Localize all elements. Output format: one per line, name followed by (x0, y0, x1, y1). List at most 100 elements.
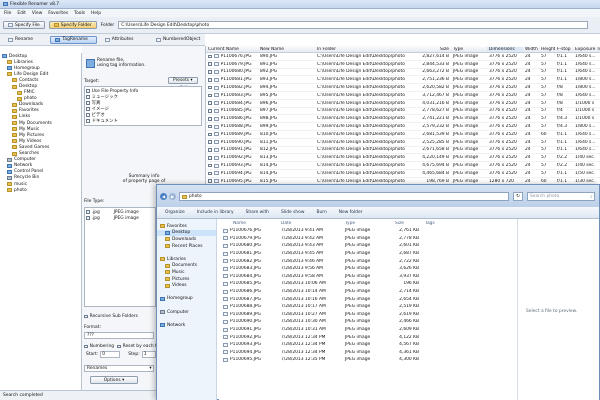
back-icon[interactable]: ◀ (160, 193, 167, 200)
nav-item[interactable]: Desktop (157, 229, 216, 237)
col-tags[interactable]: Tags (423, 221, 463, 226)
col-exposure[interactable]: Exposure Time (573, 47, 600, 52)
target-checkbox[interactable] (86, 113, 90, 117)
row-checkbox[interactable] (208, 155, 212, 160)
menu-favorites[interactable]: Favorites (48, 11, 68, 16)
list-item[interactable]: P1100689.JPG 7/28/2013 10:27 AM JPEG image… (219, 311, 517, 319)
nav-item[interactable]: Homegroup (157, 296, 216, 303)
explorer-nav-pane[interactable]: Favorites Desktop Downloads Recent Places Li… (157, 219, 217, 400)
organize-button[interactable]: Organize (165, 210, 185, 215)
col-size[interactable]: Size (393, 221, 423, 226)
file-type-checkbox[interactable] (86, 210, 90, 214)
reset-checkbox[interactable] (117, 344, 121, 349)
list-item[interactable]: P1100680.JPG 7/28/2013 9:43 AM JPEG image 2… (219, 242, 517, 250)
list-item[interactable]: P1100686.JPG 7/28/2013 10:14 AM JPEG image… (219, 288, 517, 296)
menu-tools[interactable]: Tools (74, 11, 85, 16)
breadcrumb-item[interactable]: photo (189, 194, 202, 199)
col-new-name[interactable]: New Name (258, 47, 315, 52)
table-row[interactable]: P1100694.JPG 814.JPG C:\Users\Life Design … (206, 170, 600, 178)
rename-select[interactable]: Renames ▾ (84, 365, 154, 372)
row-checkbox[interactable] (208, 70, 212, 74)
list-item[interactable]: P1100687.JPG 7/28/2013 10:16 AM JPEG image… (219, 295, 517, 303)
refresh-icon[interactable]: ↻ (513, 192, 523, 201)
file-type-list[interactable]: .jpg JPEG image .jpg JPEG image (84, 207, 156, 307)
list-item[interactable]: P1100685.JPG 7/28/2013 10:06 AM JPEG image… (219, 280, 517, 288)
col-dimensions[interactable]: Dimensions (487, 46, 523, 52)
menu-file[interactable]: File (4, 11, 11, 16)
list-item[interactable]: P1100691.JPG 7/28/2013 10:31 AM JPEG image… (219, 326, 517, 334)
target-checkbox[interactable] (86, 101, 90, 105)
col-height[interactable]: Height (539, 47, 555, 52)
table-row[interactable]: P1100693.JPG 814.JPG C:\Users\Life Design … (206, 162, 600, 170)
table-row[interactable]: P1100682.JPG 894.JPG C:\Users\Life Design … (206, 84, 600, 92)
col-current-name[interactable]: Current Name (206, 47, 258, 52)
table-row[interactable]: P1100680.JPG 892.JPG C:\Users\Life Design … (206, 69, 600, 77)
table-row[interactable]: P1100683.JPG 895.JPG C:\Users\Life Design … (206, 92, 600, 100)
col-in-folder[interactable]: In Folder (315, 47, 411, 52)
file-type-checkbox[interactable] (86, 216, 90, 220)
row-checkbox[interactable] (208, 171, 212, 176)
row-checkbox[interactable] (208, 132, 212, 137)
col-fstop[interactable]: F-stop (555, 47, 573, 52)
nav-item[interactable]: Downloads (157, 236, 216, 243)
list-item[interactable]: P1100694.JPG 7/28/2013 12:34 PM JPEG image… (219, 349, 517, 357)
tab-rename[interactable]: Rename (3, 36, 47, 44)
presets-button[interactable]: Presets ▾ (168, 77, 198, 84)
include-library-button[interactable]: Include in library (197, 210, 234, 215)
nav-item[interactable]: Videos (157, 282, 216, 289)
col-type[interactable]: Type (343, 221, 393, 226)
row-checkbox[interactable] (208, 140, 212, 144)
table-row[interactable]: P1100690.JPG 811.JPG C:\Users\Life Design … (206, 139, 600, 147)
target-checkbox[interactable] (86, 119, 90, 123)
specify-file-button[interactable]: Specify File (3, 21, 45, 29)
menu-view[interactable]: View (32, 11, 42, 16)
row-checkbox[interactable] (208, 93, 212, 98)
tree-item[interactable]: photo (0, 187, 81, 193)
row-checkbox[interactable] (208, 62, 212, 66)
nav-item[interactable]: Computer (157, 309, 216, 316)
forward-icon[interactable]: ▶ (169, 193, 176, 200)
col-width[interactable]: Width (523, 47, 539, 52)
file-type-item[interactable]: .jpg JPEG image (86, 215, 154, 221)
list-item[interactable]: P1100679.JPG 7/28/2013 9:42 AM JPEG image 2… (219, 235, 517, 243)
row-checkbox[interactable] (208, 85, 212, 90)
rename-file-list[interactable]: Current Name New Name In Folder Size Typ… (206, 46, 600, 184)
table-row[interactable]: P1100679.JPG 891.JPG C:\Users\Life Design … (206, 61, 600, 69)
new-folder-button[interactable]: New folder (339, 210, 363, 215)
list-item[interactable]: P1100692.JPG 7/28/2013 12:34 PM JPEG image… (219, 333, 517, 341)
row-checkbox[interactable] (208, 109, 212, 113)
list-item[interactable]: P1100690.JPG 7/28/2013 10:30 AM JPEG image… (219, 318, 517, 326)
row-checkbox[interactable] (208, 77, 212, 82)
row-checkbox[interactable] (208, 148, 212, 152)
row-checkbox[interactable] (208, 116, 212, 121)
numbering-checkbox[interactable] (84, 344, 88, 349)
list-item[interactable]: P1100693.JPG 7/28/2013 12:34 PM JPEG image… (219, 341, 517, 349)
row-checkbox[interactable] (208, 101, 212, 105)
options-button[interactable]: Options ▾ (90, 376, 138, 384)
col-size[interactable]: Size (411, 47, 451, 52)
table-row[interactable]: P1100689.JPG 810.JPG C:\Users\Life Design … (206, 131, 600, 139)
col-type[interactable]: Type (451, 47, 487, 52)
menu-help[interactable]: Help (91, 11, 101, 16)
list-item[interactable]: P1100681.JPG 7/28/2013 9:45 AM JPEG image 2… (219, 250, 517, 258)
nav-item[interactable]: Music (157, 269, 216, 276)
target-list[interactable]: Use File Property Info ミュージック 写真 イメージ ビデオ ドキュ… (84, 86, 202, 126)
recursive-checkbox[interactable] (84, 314, 88, 319)
table-row[interactable]: P1100692.JPG 813.JPG C:\Users\Life Design … (206, 154, 600, 163)
start-input[interactable]: 0 (100, 351, 121, 358)
row-checkbox[interactable] (208, 179, 212, 183)
specify-folder-button[interactable]: Specify Folder (48, 21, 97, 29)
folder-tree[interactable]: Desktop Libraries Homegroup Life Design Edi… (0, 53, 82, 390)
target-item[interactable]: ドキュメント (86, 118, 200, 124)
nav-item[interactable]: Documents (157, 263, 216, 270)
list-item[interactable]: P1100695.JPG 7/28/2013 12:35 PM JPEG image… (219, 356, 517, 364)
folder-path-field[interactable]: C:\Users\Life Design Edit\Desktop\photo (118, 21, 589, 29)
menu-edit[interactable]: Edit (17, 11, 26, 16)
tab-numberedobject[interactable]: NumberedObject (151, 36, 205, 44)
nav-item[interactable]: Network (157, 322, 216, 329)
list-item[interactable]: P1100684.JPG 7/28/2013 9:58 AM JPEG image 3… (219, 273, 517, 281)
nav-item[interactable]: Pictures (157, 276, 216, 283)
row-checkbox[interactable] (208, 54, 212, 59)
tab-attributes[interactable]: Attributes (100, 36, 148, 44)
col-name[interactable]: Name (219, 221, 279, 226)
